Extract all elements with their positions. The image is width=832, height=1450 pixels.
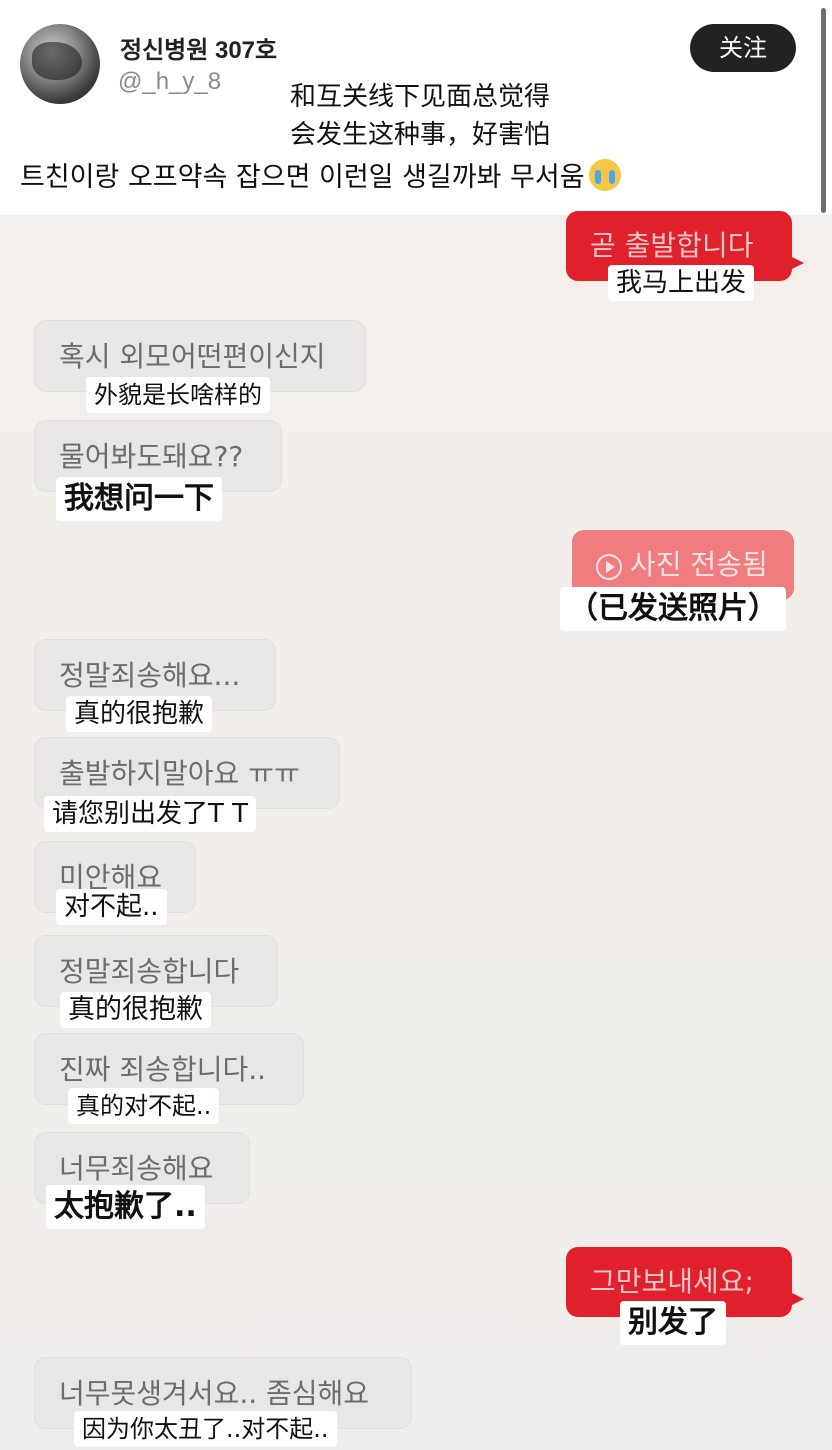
message-translation: 我想问一下 — [56, 477, 222, 521]
caption-zh-line-2: 会发生这种事，好害怕 — [290, 120, 551, 150]
message-text: 사진 전송됨 — [630, 548, 768, 581]
message-text: 그만보내세요; — [590, 1265, 754, 1298]
message-translation: 我马上出发 — [608, 265, 755, 301]
message-translation: 真的很抱歉 — [66, 696, 213, 732]
message-text: 곧 출발합니다 — [590, 229, 754, 262]
message-text: 정말죄송해요... — [59, 659, 241, 692]
post-header: 정신병원 307호 @_h_y_8 关注 和互关线下见面总觉得 会发生这种事，好… — [0, 0, 832, 215]
caption-zh-line-1: 和互关线下见面总觉得 — [290, 82, 551, 112]
message-translation: （已发送照片） — [560, 587, 786, 631]
message-text: 출발하지말아요 ㅠㅠ — [59, 757, 300, 790]
user-handle[interactable]: @_h_y_8 — [118, 68, 221, 96]
avatar[interactable] — [20, 24, 100, 104]
username[interactable]: 정신병원 307호 — [120, 30, 277, 65]
post-caption-korean: 트친이랑 오프약속 잡으면 이런일 생길까봐 무서움 — [20, 155, 621, 194]
loudly-crying-face-icon — [588, 159, 621, 191]
scrollbar[interactable] — [821, 8, 826, 213]
message-text: 혹시 외모어떤편이신지 — [59, 340, 326, 373]
message-translation: 别发了 — [620, 1301, 726, 1345]
message-translation: 真的很抱歉 — [60, 992, 211, 1028]
caption-ko-text: 트친이랑 오프약속 잡으면 이런일 생길까봐 무서움 — [20, 162, 585, 193]
message-text: 너무못생겨서요.. 좀심해요 — [59, 1377, 370, 1410]
message-text: 너무죄송해요 — [59, 1152, 214, 1185]
message-translation: 请您别出发了T T — [44, 796, 257, 832]
message-text: 진짜 죄송합니다.. — [59, 1053, 267, 1086]
post-caption-chinese: 和互关线下见面总觉得 会发生这种事，好害怕 — [290, 78, 550, 154]
message-translation: 太抱歉了.. — [46, 1185, 205, 1229]
message-text: 정말죄송합니다 — [59, 955, 240, 988]
chat-screenshot: 곧 출발합니다 我马上出发 혹시 외모어떤편이신지 外貌是长啥样的 물어봐도돼요… — [0, 211, 832, 1450]
message-translation: 因为你太丑了..对不起.. — [74, 1411, 337, 1447]
message-translation: 对不起.. — [56, 889, 167, 925]
play-icon — [596, 554, 622, 580]
follow-button[interactable]: 关注 — [690, 24, 796, 72]
message-translation: 真的对不起.. — [68, 1088, 220, 1124]
message-text: 물어봐도돼요?? — [59, 440, 244, 473]
message-translation: 外貌是长啥样的 — [86, 377, 270, 413]
